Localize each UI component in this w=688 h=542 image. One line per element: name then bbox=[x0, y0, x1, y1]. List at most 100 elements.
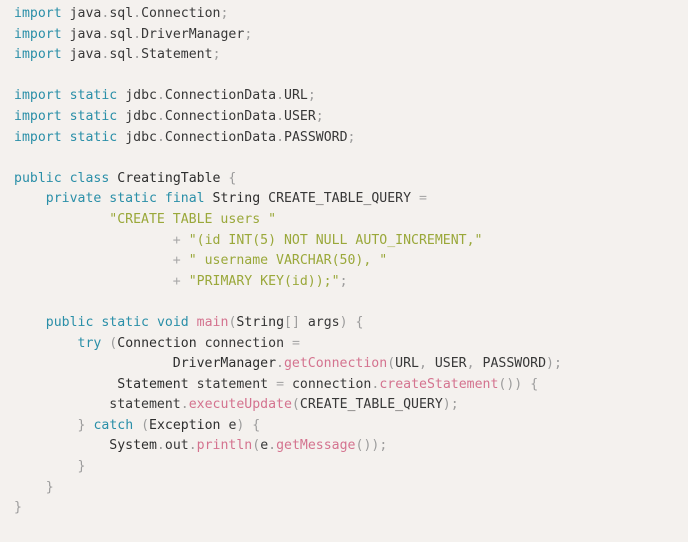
code-token-kw: static bbox=[69, 88, 118, 104]
code-token-id: jdbc bbox=[125, 108, 157, 124]
code-token-id: Connection bbox=[141, 6, 221, 21]
code-token-kw: import bbox=[14, 108, 62, 124]
code-token-id: java bbox=[69, 47, 102, 63]
code-token-cls: Connection bbox=[117, 335, 197, 351]
code-token-punc: ); bbox=[442, 397, 459, 413]
code-token-id: sql bbox=[109, 26, 134, 42]
code-line[interactable]: } bbox=[14, 498, 688, 519]
code-token-punc bbox=[260, 191, 268, 206]
code-line[interactable]: import java.sql.Statement; bbox=[14, 45, 688, 66]
code-token-punc bbox=[62, 47, 70, 62]
code-token-id: statement bbox=[196, 376, 269, 392]
code-line[interactable] bbox=[14, 148, 688, 169]
code-token-punc bbox=[14, 336, 78, 351]
code-token-mth: createStatement bbox=[379, 376, 499, 392]
code-line[interactable]: public static void main(String[] args) { bbox=[14, 313, 688, 334]
code-line[interactable]: public class CreatingTable { bbox=[14, 169, 688, 190]
code-token-punc: ( bbox=[101, 335, 118, 351]
code-token-id: ConnectionData bbox=[164, 88, 277, 104]
code-line[interactable]: private static final String CREATE_TABLE… bbox=[14, 189, 688, 210]
code-line[interactable]: "CREATE TABLE users " bbox=[14, 210, 688, 231]
code-line[interactable] bbox=[14, 292, 688, 313]
code-line[interactable]: System.out.println(e.getMessage()); bbox=[14, 436, 688, 457]
code-token-id: ConnectionData bbox=[164, 129, 277, 145]
code-line[interactable]: import static jdbc.ConnectionData.USER; bbox=[14, 107, 688, 128]
code-token-punc: . bbox=[133, 6, 142, 21]
code-token-punc bbox=[14, 377, 117, 392]
code-token-punc bbox=[14, 356, 173, 371]
code-line[interactable]: } bbox=[14, 478, 688, 499]
code-line[interactable]: Statement statement = connection.createS… bbox=[14, 375, 688, 396]
code-token-cls: CreatingTable bbox=[117, 170, 221, 186]
code-token-punc bbox=[14, 274, 173, 289]
code-line[interactable]: statement.executeUpdate(CREATE_TABLE_QUE… bbox=[14, 395, 688, 416]
code-token-id: jdbc bbox=[125, 88, 157, 104]
code-line[interactable]: + "(id INT(5) NOT NULL AUTO_INCREMENT," bbox=[14, 231, 688, 252]
code-token-punc: . bbox=[276, 108, 285, 124]
code-line[interactable]: import static jdbc.ConnectionData.URL; bbox=[14, 86, 688, 107]
code-line[interactable]: + " username VARCHAR(50), " bbox=[14, 251, 688, 272]
code-token-kw: private bbox=[45, 191, 102, 207]
code-line[interactable]: } catch (Exception e) { bbox=[14, 416, 688, 437]
code-token-punc: { bbox=[252, 417, 261, 433]
code-token-punc bbox=[189, 315, 197, 330]
code-token-punc: ) bbox=[339, 314, 356, 330]
code-token-kw: void bbox=[156, 314, 189, 330]
code-token-punc: . bbox=[188, 438, 197, 454]
code-token-punc bbox=[268, 377, 276, 392]
code-token-kw: import bbox=[14, 88, 62, 104]
code-token-punc: . bbox=[276, 88, 285, 104]
code-token-kw: catch bbox=[93, 417, 134, 433]
code-token-punc bbox=[205, 191, 213, 206]
code-token-mth: getMessage bbox=[276, 438, 356, 454]
code-token-punc bbox=[149, 315, 157, 330]
code-token-punc: . bbox=[156, 88, 165, 104]
code-token-punc bbox=[62, 109, 70, 124]
code-token-punc bbox=[62, 130, 70, 145]
code-token-id: connection bbox=[204, 335, 285, 351]
code-token-punc: [] bbox=[284, 314, 308, 330]
code-token-id: e bbox=[260, 438, 269, 454]
code-token-punc: ; bbox=[244, 26, 253, 42]
code-line[interactable]: + "PRIMARY KEY(id));"; bbox=[14, 272, 688, 293]
code-line[interactable]: import java.sql.DriverManager; bbox=[14, 25, 688, 46]
code-token-cls: String bbox=[212, 191, 261, 207]
code-editor-pane[interactable]: import java.sql.Connection; import java.s… bbox=[0, 0, 688, 542]
code-token-punc: ( bbox=[291, 397, 300, 413]
code-token-punc bbox=[189, 377, 197, 392]
code-token-punc bbox=[284, 336, 292, 351]
code-token-id: out bbox=[164, 438, 189, 454]
code-token-op: = bbox=[276, 376, 285, 392]
code-token-cls: String bbox=[236, 314, 285, 330]
code-token-punc: . bbox=[156, 438, 165, 454]
code-token-punc: , bbox=[466, 356, 483, 372]
code-token-punc: } bbox=[77, 459, 86, 475]
code-token-punc: ; bbox=[307, 88, 316, 104]
code-token-kw: class bbox=[69, 170, 110, 186]
code-line[interactable]: import java.sql.Connection; bbox=[14, 4, 688, 25]
code-token-id: DriverManager bbox=[141, 26, 245, 42]
code-token-id: CREATE_TABLE_QUERY bbox=[268, 191, 412, 207]
code-token-mth: println bbox=[196, 438, 253, 454]
code-line[interactable] bbox=[14, 66, 688, 87]
code-line[interactable]: DriverManager.getConnection(URL, USER, P… bbox=[14, 354, 688, 375]
code-line[interactable]: } bbox=[14, 457, 688, 478]
code-token-punc: ( bbox=[252, 438, 261, 454]
code-token-punc: { bbox=[530, 376, 539, 392]
code-token-punc bbox=[62, 27, 70, 42]
code-token-punc: ; bbox=[315, 108, 324, 124]
code-token-id: USER bbox=[284, 108, 316, 124]
code-token-id: java bbox=[69, 6, 102, 21]
code-line[interactable]: try (Connection connection = bbox=[14, 334, 688, 355]
code-token-id: ConnectionData bbox=[164, 108, 277, 124]
code-token-punc: { bbox=[228, 170, 237, 186]
code-token-punc bbox=[284, 377, 292, 392]
code-token-kw: static bbox=[109, 191, 157, 207]
code-line[interactable]: import static jdbc.ConnectionData.PASSWO… bbox=[14, 128, 688, 149]
code-token-punc: } bbox=[14, 500, 22, 516]
code-token-punc bbox=[14, 397, 109, 412]
code-token-str: "(id INT(5) NOT NULL AUTO_INCREMENT," bbox=[188, 232, 483, 248]
code-token-id: sql bbox=[109, 47, 134, 63]
code-token-cls: DriverManager bbox=[172, 356, 277, 372]
code-token-mth: main bbox=[196, 314, 229, 330]
